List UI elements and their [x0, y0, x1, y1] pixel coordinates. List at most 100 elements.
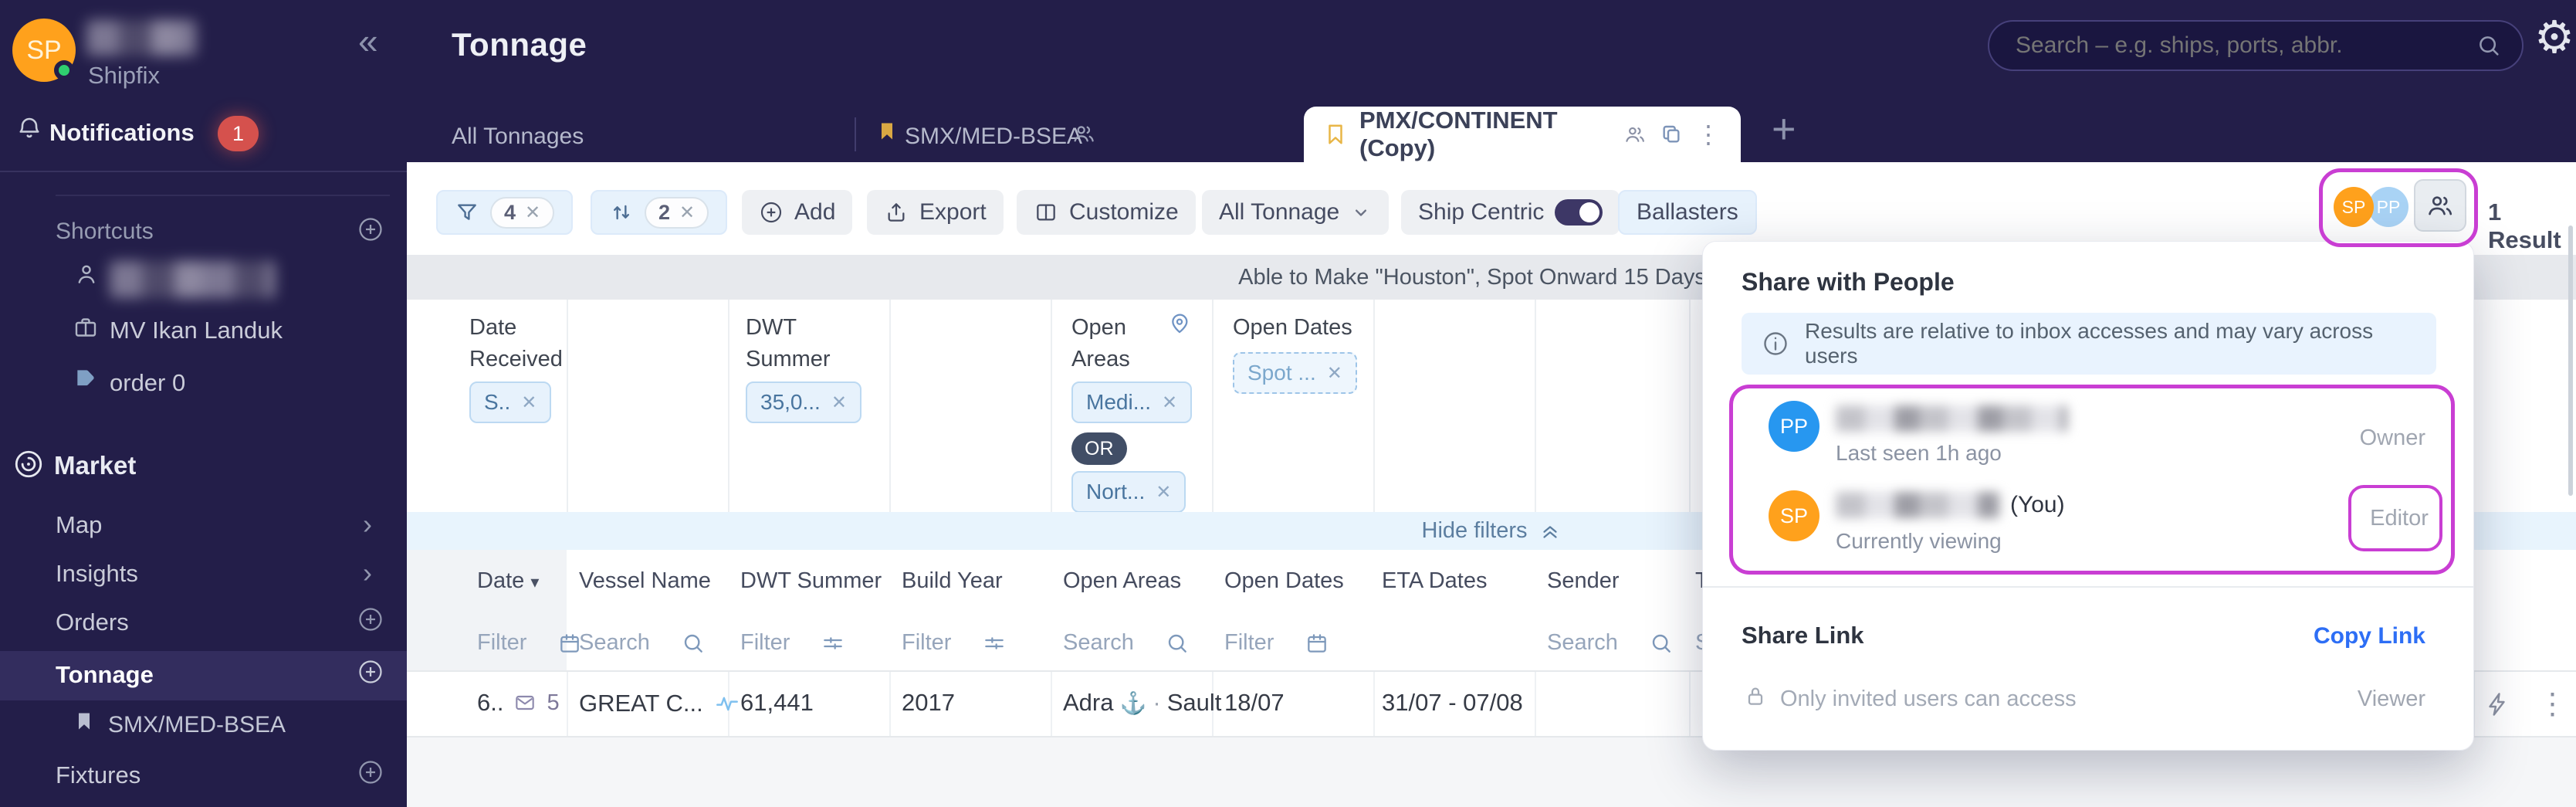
sidebar-item-notifications[interactable]: Notifications [49, 119, 195, 147]
tab-pmx-continent-active[interactable]: PMX/CONTINENT (Copy) ⋮ [1304, 107, 1741, 162]
shortcut-item-order[interactable]: order 0 [110, 369, 185, 397]
column-header-areas[interactable]: Open Areas [1063, 568, 1181, 594]
cell-dwt[interactable]: 61,441 [740, 689, 814, 717]
filter-count-pill[interactable]: 4✕ [490, 197, 554, 229]
calendar-icon[interactable] [1305, 631, 1329, 656]
column-header-sender[interactable]: Sender [1547, 568, 1620, 594]
search-icon[interactable] [681, 631, 706, 656]
copy-link-button[interactable]: Copy Link [2314, 623, 2425, 649]
remove-chip-icon[interactable]: ✕ [1327, 362, 1342, 385]
row-kebab-icon[interactable]: ⋮ [2538, 687, 2568, 721]
sort-button[interactable]: 2✕ [591, 190, 727, 235]
tab-kebab-icon[interactable]: ⋮ [1696, 120, 1721, 149]
divider [1051, 300, 1052, 512]
redacted-text[interactable] [110, 261, 275, 298]
column-filter-build[interactable]: Filter [902, 630, 1007, 656]
pulse-icon[interactable] [713, 689, 742, 718]
ship-centric-toggle[interactable] [1555, 199, 1603, 225]
remove-chip-icon[interactable]: ✕ [1162, 392, 1177, 414]
sidebar-item-map[interactable]: Map [56, 511, 102, 539]
filter-chip-dwt[interactable]: 35,0... ✕ [746, 381, 861, 423]
sliders-icon[interactable] [821, 631, 845, 656]
tab-all-tonnages[interactable]: All Tonnages [452, 124, 584, 150]
tab-smx-med-bsea[interactable]: SMX/MED-BSEA [905, 124, 1082, 150]
column-header-eta[interactable]: ETA Dates [1382, 568, 1487, 594]
sort-count-pill[interactable]: 2✕ [645, 197, 709, 229]
add-shortcut-icon[interactable] [357, 215, 384, 243]
export-button[interactable]: Export [867, 190, 1004, 235]
chip-text: Nort... [1086, 480, 1145, 504]
add-button[interactable]: Add [742, 190, 852, 235]
tonnage-type-dropdown[interactable]: All Tonnage [1202, 190, 1389, 235]
cell-vessel[interactable]: GREAT C... [579, 689, 742, 718]
lightning-icon[interactable] [2484, 690, 2512, 718]
sliders-icon[interactable] [982, 631, 1007, 656]
filters-button[interactable]: 4✕ [436, 190, 573, 235]
filter-chip-date-received[interactable]: S.. ✕ [469, 381, 551, 423]
sort-count: 2 [658, 201, 670, 225]
hide-filters-label[interactable]: Hide filters [1422, 518, 1528, 544]
clear-filters-icon[interactable]: ✕ [525, 202, 540, 224]
link-role[interactable]: Viewer [2358, 687, 2425, 712]
search-icon[interactable] [1165, 631, 1190, 656]
info-icon [1762, 330, 1789, 358]
clear-sort-icon[interactable]: ✕ [679, 202, 695, 224]
search-icon[interactable] [1649, 631, 1674, 656]
cell-dates[interactable]: 18/07 [1224, 689, 1285, 717]
cell-date[interactable]: 6.. 5 [477, 689, 560, 717]
sidebar-item-fixtures[interactable]: Fixtures [56, 761, 140, 789]
app-window: SP Shipfix « Notifications 1 Shortcuts M… [0, 0, 2576, 807]
filter-chip-area-1[interactable]: Medi... ✕ [1071, 381, 1192, 423]
customize-button[interactable]: Customize [1017, 190, 1196, 235]
remove-chip-icon[interactable]: ✕ [521, 392, 537, 414]
chevron-right-icon[interactable]: › [363, 557, 372, 589]
new-tab-button[interactable]: + [1772, 108, 1796, 150]
chevron-right-icon[interactable]: › [363, 508, 372, 541]
sidebar-item-insights[interactable]: Insights [56, 560, 138, 588]
search-input[interactable] [2016, 32, 2476, 59]
sidebar-item-orders[interactable]: Orders [56, 609, 129, 636]
shortcut-item-vessel[interactable]: MV Ikan Landuk [110, 317, 283, 344]
column-filter-vessel[interactable]: Search [579, 630, 706, 656]
sidebar-item-tonnage[interactable]: Tonnage [56, 661, 154, 689]
plus-circle-icon[interactable] [357, 605, 384, 633]
column-header-dwt[interactable]: DWT Summer [740, 568, 882, 594]
remove-chip-icon[interactable]: ✕ [1156, 481, 1171, 504]
cell-eta[interactable]: 31/07 - 07/08 [1382, 689, 1523, 717]
divider [889, 672, 891, 736]
remove-chip-icon[interactable]: ✕ [831, 392, 847, 414]
column-filter-dates[interactable]: Filter [1224, 630, 1329, 656]
filter-chip-area-2[interactable]: Nort... ✕ [1071, 471, 1186, 513]
global-search[interactable] [1988, 20, 2524, 71]
ballasters-button[interactable]: Ballasters [1618, 190, 1757, 235]
cell-build[interactable]: 2017 [902, 689, 955, 717]
column-filter-sender[interactable]: Search [1547, 630, 1674, 656]
cell-areas[interactable]: Adra ⚓ · Sault [1063, 689, 1221, 717]
column-header-vessel[interactable]: Vessel Name [579, 568, 711, 594]
column-header-dates[interactable]: Open Dates [1224, 568, 1344, 594]
location-pin-icon[interactable] [1167, 310, 1192, 335]
gear-icon[interactable]: ⚙ [2534, 15, 2574, 60]
people-icon [1623, 123, 1647, 146]
search-icon[interactable] [2476, 32, 2502, 59]
dialog-info-text: Results are relative to inbox accesses a… [1805, 319, 2416, 368]
annotation-ring-editor [2348, 485, 2442, 551]
column-filter-date[interactable]: Filter [477, 630, 582, 656]
duplicate-tab-icon[interactable] [1659, 122, 1684, 147]
filter-chip-open-dates[interactable]: Spot ... ✕ [1233, 352, 1357, 394]
sidebar-item-smx-med-bsea[interactable]: SMX/MED-BSEA [108, 712, 286, 738]
banner-text: Able to Make "Houston", Spot Onward 15 D… [1238, 265, 1745, 290]
column-header-date[interactable]: Date ▾ [477, 568, 539, 594]
bookmark-outline-icon[interactable] [1324, 123, 1347, 146]
plus-circle-icon[interactable] [357, 658, 384, 686]
double-chevron-up-icon[interactable] [1538, 520, 1562, 543]
plus-circle-icon[interactable] [357, 758, 384, 786]
column-header-build[interactable]: Build Year [902, 568, 1003, 594]
divider [1689, 300, 1691, 512]
column-filter-areas[interactable]: Search [1063, 630, 1190, 656]
column-filter-dwt[interactable]: Filter [740, 630, 845, 656]
vertical-scrollbar[interactable] [2568, 225, 2573, 496]
active-tab-label: PMX/CONTINENT (Copy) [1359, 107, 1611, 162]
sidebar-collapse-icon[interactable]: « [358, 23, 378, 59]
plus-circle-icon [759, 200, 784, 225]
